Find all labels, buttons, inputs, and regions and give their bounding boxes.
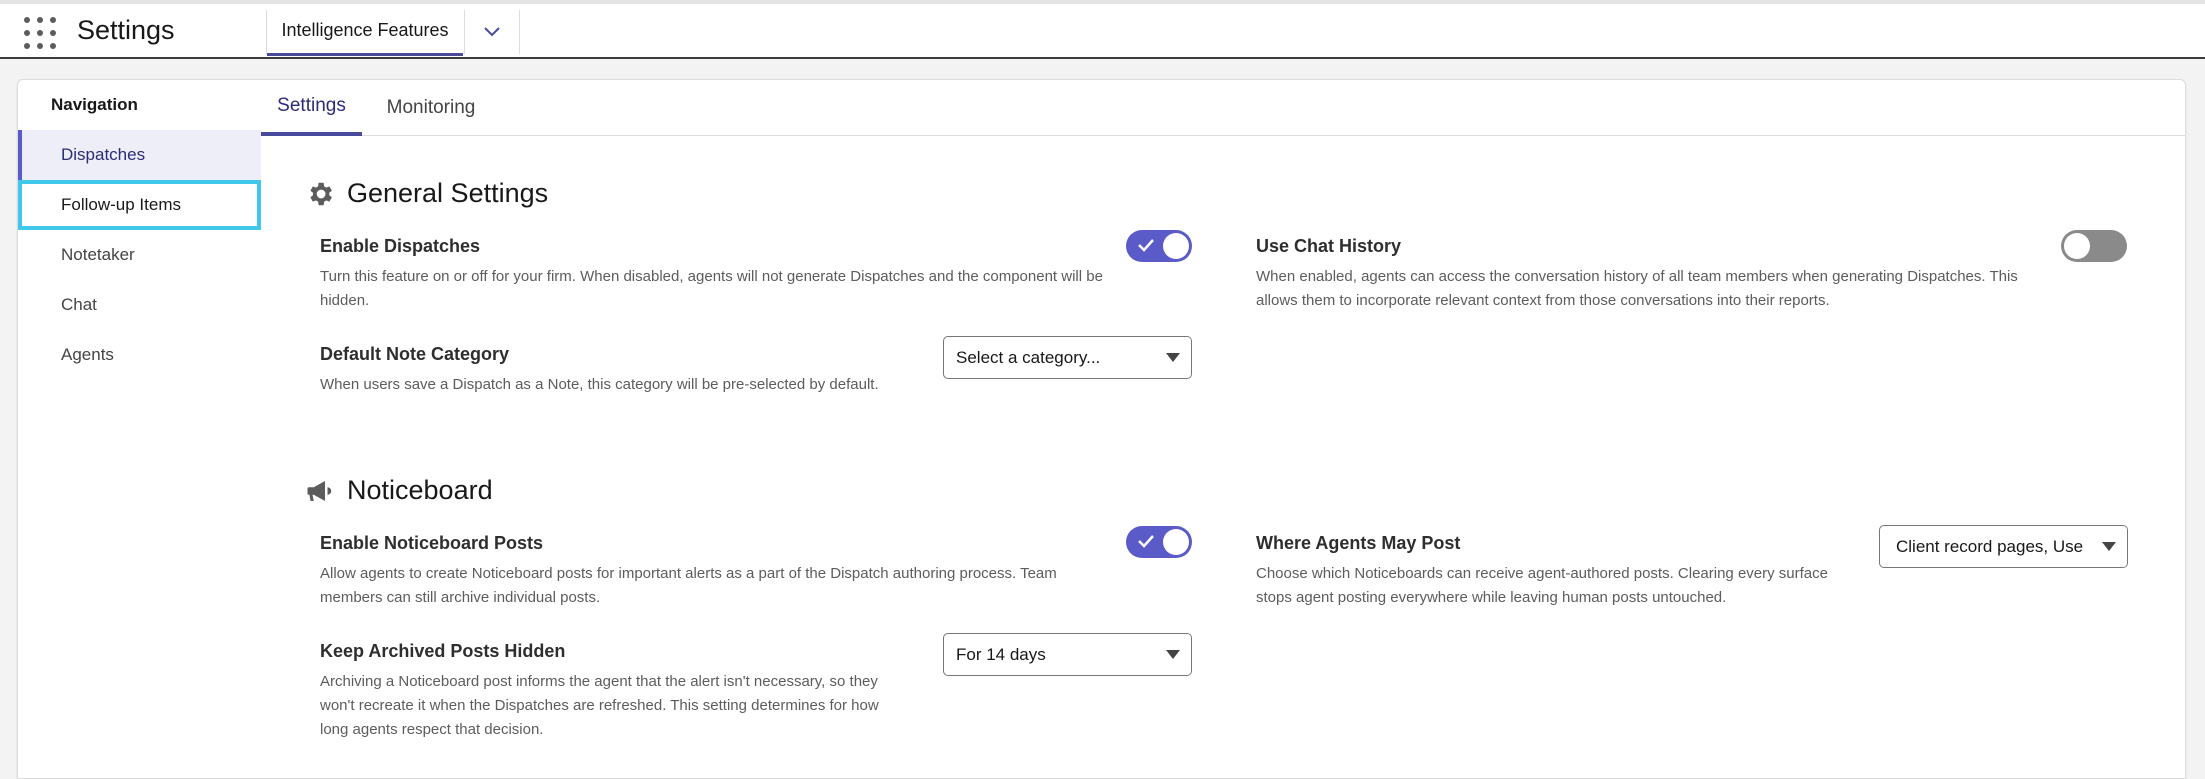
content-tabs: Settings Monitoring <box>261 80 2185 136</box>
default-note-category-select[interactable]: Select a category... <box>943 336 1192 379</box>
enable-dispatches-toggle[interactable] <box>1126 230 1192 262</box>
app-launcher-icon[interactable] <box>24 17 56 49</box>
setting-label: Enable Noticeboard Posts <box>320 533 544 553</box>
sidebar-item-follow-up-items[interactable]: Follow-up Items <box>18 180 261 230</box>
divider <box>464 10 465 54</box>
megaphone-icon <box>305 476 335 506</box>
where-agents-may-post-select[interactable]: Client record pages, Use <box>1879 525 2128 568</box>
setting-description: Archiving a Noticeboard post informs the… <box>320 673 879 738</box>
tab-settings[interactable]: Settings <box>261 80 362 136</box>
setting-keep-archived-posts-hidden: Keep Archived Posts Hidden Archiving a N… <box>320 641 910 742</box>
select-value: Client record pages, Use <box>1896 536 2084 556</box>
setting-enable-dispatches: Enable Dispatches Turn this feature on o… <box>320 236 1110 313</box>
section-title-text: General Settings <box>347 178 549 208</box>
sidebar-item-notetaker[interactable]: Notetaker <box>18 230 261 280</box>
chevron-down-icon <box>484 27 500 37</box>
section-title-text: Noticeboard <box>347 475 493 505</box>
keep-archived-posts-hidden-select[interactable]: For 14 days <box>943 633 1192 676</box>
sidebar-nav: Dispatches Follow-up Items Notetaker Cha… <box>18 130 261 380</box>
setting-use-chat-history: Use Chat History When enabled, agents ca… <box>1256 236 2056 313</box>
setting-label: Enable Dispatches <box>320 236 481 256</box>
setting-label: Default Note Category <box>320 344 510 364</box>
use-chat-history-toggle[interactable] <box>2061 230 2127 262</box>
tab-monitoring[interactable]: Monitoring <box>371 80 491 136</box>
sidebar-item-dispatches[interactable]: Dispatches <box>18 130 261 180</box>
tab-menu-button[interactable] <box>466 10 518 54</box>
setting-label: Where Agents May Post <box>1256 533 1461 553</box>
global-header: Settings Intelligence Features <box>0 0 2205 59</box>
sidebar-item-agents[interactable]: Agents <box>18 330 261 380</box>
setting-default-note-category: Default Note Category When users save a … <box>320 344 910 397</box>
caret-down-icon <box>2091 526 2127 567</box>
sidebar-item-chat[interactable]: Chat <box>18 280 261 330</box>
setting-description: Choose which Noticeboards can receive ag… <box>1256 565 1828 606</box>
setting-label: Keep Archived Posts Hidden <box>320 641 566 661</box>
section-noticeboard: Noticeboard <box>305 475 493 506</box>
setting-description: When enabled, agents can access the conv… <box>1256 268 2018 309</box>
select-value: Select a category... <box>956 347 1101 367</box>
app-title: Settings <box>77 15 175 45</box>
setting-description: Turn this feature on or off for your fir… <box>320 268 1103 309</box>
divider <box>519 10 520 54</box>
select-value: For 14 days <box>956 644 1046 664</box>
settings-card: Navigation Dispatches Follow-up Items No… <box>17 79 2186 779</box>
caret-down-icon <box>1155 634 1191 675</box>
app-tab-intelligence-features[interactable]: Intelligence Features <box>267 8 463 56</box>
gear-icon <box>305 179 335 209</box>
nav-heading: Navigation <box>51 95 138 114</box>
section-general-settings: General Settings <box>305 178 548 209</box>
setting-description: Allow agents to create Noticeboard posts… <box>320 565 1057 606</box>
caret-down-icon <box>1155 337 1191 378</box>
setting-description: When users save a Dispatch as a Note, th… <box>320 376 879 393</box>
setting-label: Use Chat History <box>1256 236 1402 256</box>
enable-noticeboard-posts-toggle[interactable] <box>1126 526 1192 558</box>
setting-where-agents-may-post: Where Agents May Post Choose which Notic… <box>1256 533 1856 610</box>
check-icon <box>1138 535 1154 548</box>
setting-enable-noticeboard-posts: Enable Noticeboard Posts Allow agents to… <box>320 533 1110 610</box>
check-icon <box>1138 239 1154 252</box>
